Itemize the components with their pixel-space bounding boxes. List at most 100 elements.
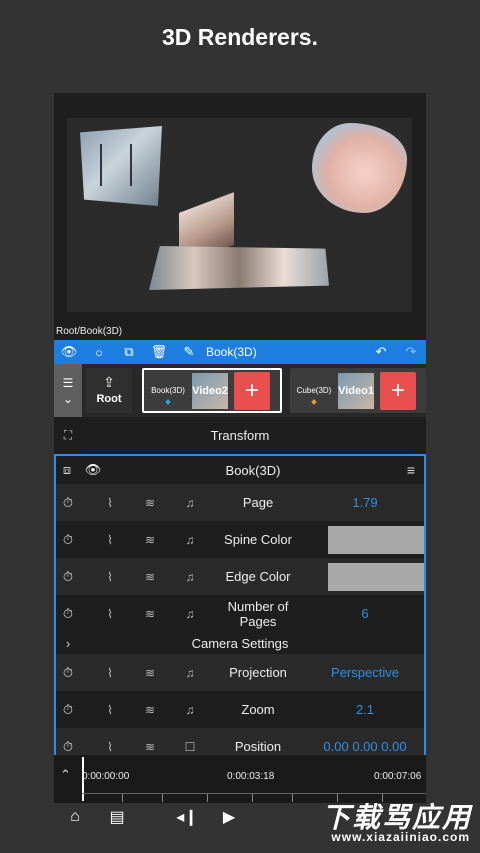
panel-header: ⧈ 👁 Book(3D) ≡ <box>56 456 424 484</box>
redo-icon[interactable]: ↷ <box>396 340 426 364</box>
layer-toolbar: 👁 ○ ⧉ 🗑 ✎ Book(3D) ↶ ↷ <box>54 340 426 364</box>
graph-icon[interactable]: ⌇ <box>90 570 130 584</box>
book-spread <box>149 246 329 290</box>
property-name: Number of Pages <box>227 598 289 629</box>
property-value[interactable]: 2.1 <box>306 702 424 717</box>
checkbox-icon[interactable]: ☐ <box>170 740 210 754</box>
wiggle-icon[interactable]: ≋ <box>130 570 170 584</box>
eye-icon[interactable]: 👁 <box>54 340 84 364</box>
transform-icon: ⛶ <box>63 427 73 442</box>
cube-icon: ⧈ <box>62 462 72 477</box>
graph-icon[interactable]: ⌇ <box>90 533 130 547</box>
property-row[interactable]: ⏱ ⌇ ≋ ♫ Projection Perspective <box>56 654 424 691</box>
chevron-right-icon: › <box>65 635 71 651</box>
music-note-icon[interactable]: ♫ <box>170 533 210 547</box>
graph-icon[interactable]: ⌇ <box>90 607 130 621</box>
graph-icon[interactable]: ⌇ <box>90 496 130 510</box>
music-note-icon[interactable]: ♫ <box>170 570 210 584</box>
preview-canvas[interactable] <box>67 118 412 312</box>
music-note-icon[interactable]: ♫ <box>170 607 210 621</box>
graph-icon[interactable]: ⌇ <box>90 703 130 717</box>
eye-icon[interactable]: 👁 <box>78 462 108 478</box>
timecode-mid: 0:00:03:18 <box>227 771 275 782</box>
graph-icon[interactable]: ⌇ <box>90 740 130 754</box>
root-layer-button[interactable]: ⇪ Root <box>86 368 132 413</box>
layer-card-name: Cube(3D) <box>290 386 338 405</box>
property-name: Edge Color <box>225 569 291 584</box>
property-name: Page <box>242 495 274 510</box>
layer-strip: ☰ ⌄ ⇪ Root Book(3D) Video2 + Cube(3D) Vi… <box>54 364 426 417</box>
property-row[interactable]: ⏱ ⌇ ≋ ♫ Number of Pages 6 <box>56 595 424 632</box>
wiggle-icon[interactable]: ≋ <box>130 496 170 510</box>
graph-icon[interactable]: ⌇ <box>90 666 130 680</box>
edge-color-swatch[interactable] <box>328 562 424 591</box>
property-row[interactable]: ⏱ ⌇ ≋ ♫ Edge Color <box>56 558 424 595</box>
layer-thumbnail[interactable]: Video1 <box>338 372 374 409</box>
property-row[interactable]: ⏱ ⌇ ≋ ♫ Zoom 2.1 <box>56 691 424 728</box>
chevron-up-icon[interactable]: ⌃ <box>60 767 71 783</box>
pencil-icon[interactable]: ✎ <box>174 340 204 364</box>
property-name: Position <box>234 739 282 754</box>
cube-3d-preview <box>80 126 162 206</box>
wiggle-icon[interactable]: ≋ <box>130 703 170 717</box>
layer-card-cube[interactable]: Cube(3D) Video1 + <box>290 368 426 413</box>
layer-card-book[interactable]: Book(3D) Video2 + <box>142 368 282 413</box>
property-value[interactable]: 0.00 0.00 0.00 <box>306 739 424 754</box>
menu-icon[interactable]: ≡ <box>398 462 424 478</box>
list-icon: ☰ <box>62 375 74 390</box>
add-layer-button[interactable]: + <box>380 371 416 410</box>
root-label: Root <box>96 393 122 405</box>
step-back-icon[interactable]: ◂❙ <box>166 807 208 827</box>
stopwatch-icon[interactable]: ⏱ <box>56 569 80 585</box>
copy-icon[interactable]: ⧉ <box>114 340 144 364</box>
property-value[interactable]: 1.79 <box>306 495 424 510</box>
home-icon[interactable]: ⌂ <box>54 808 96 826</box>
wiggle-icon[interactable]: ≋ <box>130 607 170 621</box>
property-row[interactable]: ⏱ ⌇ ≋ ♫ Spine Color <box>56 521 424 558</box>
stopwatch-icon[interactable]: ⏱ <box>56 532 80 548</box>
property-row[interactable]: ⏱ ⌇ ≋ ♫ Page 1.79 <box>56 484 424 521</box>
watermark: 下载骂应用 www.xiazaiiniao.com <box>290 790 480 853</box>
add-layer-button[interactable]: + <box>234 371 270 410</box>
keyframe-dot <box>165 399 171 405</box>
figure <box>130 144 132 186</box>
property-value[interactable]: 6 <box>306 606 424 621</box>
timecode-start: 0:00:00:00 <box>82 771 130 782</box>
layer-thumbnail[interactable]: Video2 <box>192 372 228 409</box>
property-name: Spine Color <box>224 532 292 547</box>
stopwatch-icon[interactable]: ⏱ <box>56 495 80 511</box>
keyframe-dot <box>311 399 317 405</box>
transform-row[interactable]: ⛶ Transform <box>54 422 426 448</box>
ruler-tick <box>252 794 253 802</box>
music-note-icon[interactable]: ♫ <box>170 703 210 717</box>
book-3d-preview <box>149 198 329 290</box>
ruler-tick <box>162 794 163 802</box>
music-note-icon[interactable]: ♫ <box>170 666 210 680</box>
property-name: Zoom <box>241 702 275 717</box>
sphere-3d-preview <box>312 123 407 213</box>
undo-icon[interactable]: ↶ <box>366 340 396 364</box>
figure <box>100 144 102 186</box>
play-icon[interactable]: ▶ <box>208 807 250 827</box>
promo-title: 3D Renderers. <box>162 24 318 50</box>
music-note-icon[interactable]: ♫ <box>170 496 210 510</box>
trash-icon[interactable]: 🗑 <box>144 340 174 364</box>
upload-icon: ⇪ <box>103 374 115 390</box>
wiggle-icon[interactable]: ≋ <box>130 666 170 680</box>
ruler-tick <box>122 794 123 802</box>
layer-name-label[interactable]: Book(3D) <box>206 345 257 359</box>
ruler-tick <box>207 794 208 802</box>
stopwatch-icon[interactable]: ⏱ <box>56 665 80 681</box>
layer-list-toggle[interactable]: ☰ ⌄ <box>54 364 82 417</box>
stopwatch-icon[interactable]: ⏱ <box>56 606 80 622</box>
circle-icon[interactable]: ○ <box>84 340 114 364</box>
wiggle-icon[interactable]: ≋ <box>130 740 170 754</box>
transform-label: Transform <box>210 427 270 443</box>
property-value[interactable]: Perspective <box>306 665 424 680</box>
wiggle-icon[interactable]: ≋ <box>130 533 170 547</box>
comment-icon[interactable]: ▤ <box>96 807 138 827</box>
camera-settings-section[interactable]: › Camera Settings <box>56 632 424 654</box>
stopwatch-icon[interactable]: ⏱ <box>56 739 80 755</box>
stopwatch-icon[interactable]: ⏱ <box>56 702 80 718</box>
spine-color-swatch[interactable] <box>328 525 424 554</box>
